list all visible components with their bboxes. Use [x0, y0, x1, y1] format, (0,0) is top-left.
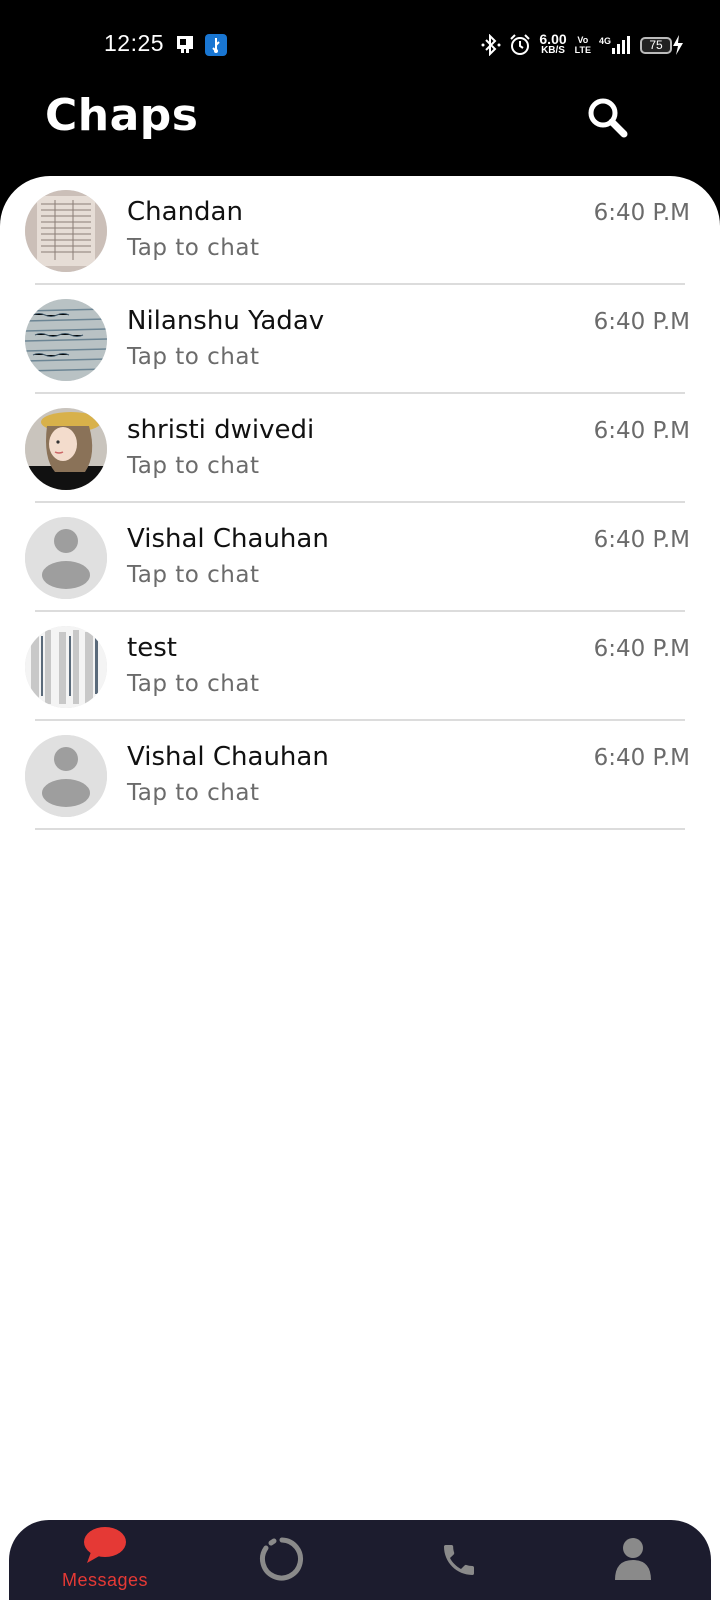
chat-name: Chandan	[127, 197, 243, 227]
chat-row[interactable]: Nilanshu Yadav Tap to chat 6:40 P.M	[0, 299, 720, 408]
chat-time: 6:40 P.M	[593, 200, 690, 226]
phone-icon	[444, 1545, 474, 1575]
avatar[interactable]	[25, 408, 107, 490]
divider	[35, 610, 685, 612]
chat-time: 6:40 P.M	[593, 636, 690, 662]
net-speed: 6.00 KB/S	[539, 31, 567, 56]
chat-time: 6:40 P.M	[593, 745, 690, 771]
divider	[35, 283, 685, 285]
app-header: Chaps	[0, 90, 720, 180]
avatar[interactable]	[25, 299, 107, 381]
status-time: 12:25	[104, 30, 165, 56]
nav-status[interactable]	[222, 1520, 342, 1600]
divider	[35, 828, 685, 830]
illustration-photo-icon	[25, 408, 107, 490]
chat-name: Nilanshu Yadav	[127, 306, 325, 336]
status-icon	[260, 1537, 303, 1581]
status-bar: 12:25 6.00 KB/S Vo LTE 4G 75	[0, 0, 720, 90]
document-photo-icon	[25, 190, 107, 272]
chat-name: Vishal Chauhan	[127, 742, 329, 772]
app-title: Chaps	[45, 90, 199, 141]
volte-indicator: Vo LTE	[574, 35, 591, 55]
search-button[interactable]	[584, 94, 632, 142]
alarm-icon	[510, 34, 531, 55]
nav-label-messages: Messages	[61, 1570, 149, 1590]
chat-row[interactable]: test Tap to chat 6:40 P.M	[0, 626, 720, 735]
divider	[35, 392, 685, 394]
default-avatar-icon	[25, 517, 107, 599]
chat-subtitle: Tap to chat	[127, 344, 260, 370]
chat-row[interactable]: Vishal Chauhan Tap to chat 6:40 P.M	[0, 517, 720, 626]
signal-icon	[612, 36, 630, 54]
pages-photo-icon	[25, 626, 107, 708]
notebook-photo-icon	[25, 299, 107, 381]
person-icon	[615, 1538, 651, 1580]
chat-time: 6:40 P.M	[593, 527, 690, 553]
chat-row[interactable]: Vishal Chauhan Tap to chat 6:40 P.M	[0, 735, 720, 844]
nav-profile[interactable]	[573, 1520, 693, 1600]
nav-calls[interactable]	[399, 1520, 519, 1600]
search-icon	[588, 98, 628, 138]
chat-list: Chandan Tap to chat 6:40 P.M Nilanshu Ya…	[0, 190, 720, 844]
chat-time: 6:40 P.M	[593, 309, 690, 335]
chat-name: Vishal Chauhan	[127, 524, 329, 554]
chat-subtitle: Tap to chat	[127, 453, 260, 479]
chat-subtitle: Tap to chat	[127, 235, 260, 261]
bottom-nav: Messages	[9, 1520, 711, 1600]
chat-row[interactable]: Chandan Tap to chat 6:40 P.M	[0, 190, 720, 299]
avatar[interactable]	[25, 190, 107, 272]
charging-icon	[673, 35, 683, 55]
chat-time: 6:40 P.M	[593, 418, 690, 444]
chat-bubble-icon	[84, 1527, 126, 1563]
bluetooth-icon	[481, 34, 501, 56]
chat-subtitle: Tap to chat	[127, 780, 260, 806]
chat-sheet: Chandan Tap to chat 6:40 P.M Nilanshu Ya…	[0, 176, 720, 1600]
avatar[interactable]	[25, 626, 107, 708]
avatar[interactable]	[25, 517, 107, 599]
signal-indicator: 4G	[599, 36, 632, 54]
chat-subtitle: Tap to chat	[127, 562, 260, 588]
divider	[35, 719, 685, 721]
avatar[interactable]	[25, 735, 107, 817]
chat-name: shristi dwivedi	[127, 415, 315, 445]
chat-row[interactable]: shristi dwivedi Tap to chat 6:40 P.M	[0, 408, 720, 517]
usb-icon	[205, 34, 227, 56]
chat-name: test	[127, 633, 177, 663]
notification-icon	[177, 36, 193, 53]
status-icons: 6.00 KB/S Vo LTE 4G 75	[481, 30, 684, 60]
default-avatar-icon	[25, 735, 107, 817]
battery-indicator: 75	[640, 35, 684, 55]
chat-subtitle: Tap to chat	[127, 671, 260, 697]
nav-messages[interactable]: Messages	[45, 1520, 165, 1600]
divider	[35, 501, 685, 503]
